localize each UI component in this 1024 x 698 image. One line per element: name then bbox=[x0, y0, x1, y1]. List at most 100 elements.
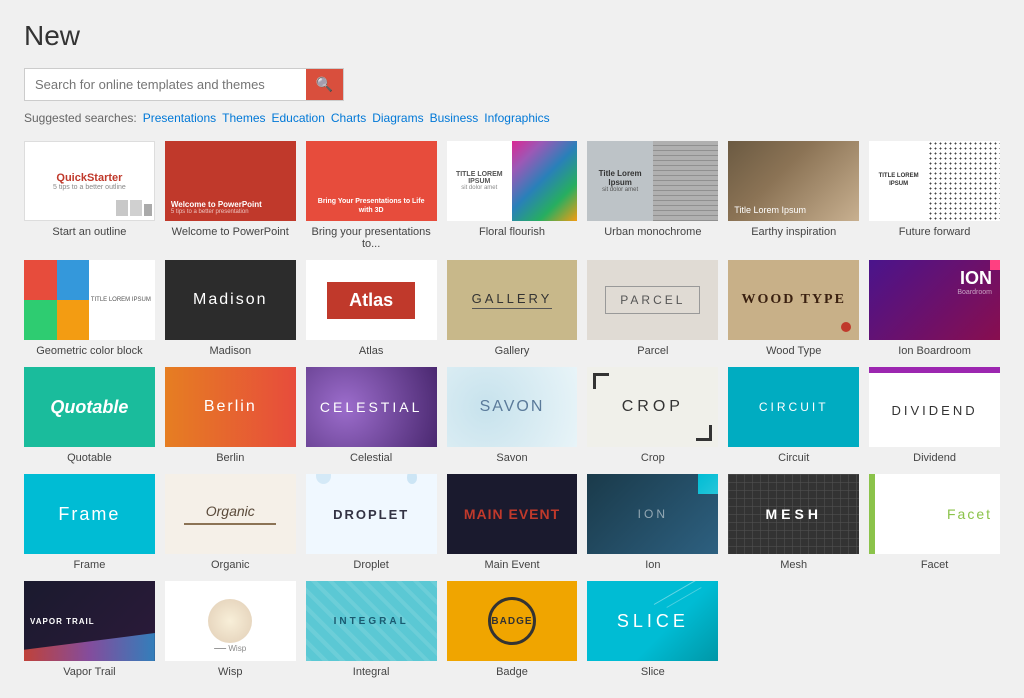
template-label-gallery: Gallery bbox=[447, 345, 578, 357]
suggested-label: Suggested searches: bbox=[24, 111, 137, 125]
template-berlin[interactable]: Berlin Berlin bbox=[165, 367, 296, 464]
ion2-text: ION bbox=[638, 507, 668, 521]
template-organic[interactable]: Organic Organic bbox=[165, 474, 296, 571]
template-circuit[interactable]: CIRCUIT Circuit bbox=[728, 367, 859, 464]
template-welcome[interactable]: Welcome to PowerPoint 5 tips to a better… bbox=[165, 141, 296, 250]
search-input[interactable] bbox=[25, 70, 306, 99]
template-ion-boardroom[interactable]: ION Boardroom Ion Boardroom bbox=[869, 260, 1000, 357]
suggested-link-diagrams[interactable]: Diagrams bbox=[372, 111, 423, 125]
template-mesh[interactable]: MESH Mesh bbox=[728, 474, 859, 571]
circuit-text: CIRCUIT bbox=[759, 400, 829, 414]
template-label-geometric: Geometric color block bbox=[24, 345, 155, 357]
quotable-text: Quotable bbox=[50, 397, 128, 418]
atlas-text: Atlas bbox=[349, 290, 393, 310]
template-label-crop: Crop bbox=[587, 452, 718, 464]
template-label-slice: Slice bbox=[587, 666, 718, 678]
template-crop[interactable]: CROP Crop bbox=[587, 367, 718, 464]
template-gallery[interactable]: GALLERY Gallery bbox=[447, 260, 578, 357]
template-label-droplet: Droplet bbox=[306, 559, 437, 571]
slice-text: SLICE bbox=[617, 611, 689, 632]
savon-text: SAVON bbox=[480, 398, 545, 416]
template-atlas[interactable]: Atlas Atlas bbox=[306, 260, 437, 357]
template-vaportrail[interactable]: VAPOR TRAIL Vapor Trail bbox=[24, 581, 155, 678]
geometric-text: TITLE LOREM IPSUM bbox=[91, 297, 151, 303]
template-quotable[interactable]: Quotable Quotable bbox=[24, 367, 155, 464]
organic-text: Organic bbox=[206, 503, 255, 519]
suggested-link-education[interactable]: Education bbox=[272, 111, 325, 125]
template-label-atlas: Atlas bbox=[306, 345, 437, 357]
search-button[interactable]: 🔍 bbox=[306, 69, 343, 100]
template-woodtype[interactable]: WOOD TYPE Wood Type bbox=[728, 260, 859, 357]
template-quickstarter[interactable]: QuickStarter 5 tips to a better outline … bbox=[24, 141, 155, 250]
template-savon[interactable]: SAVON Savon bbox=[447, 367, 578, 464]
template-label-berlin: Berlin bbox=[165, 452, 296, 464]
template-label-mesh: Mesh bbox=[728, 559, 859, 571]
template-label-ion: Ion bbox=[587, 559, 718, 571]
integral-text: INTEGRAL bbox=[334, 616, 409, 627]
template-wisp[interactable]: Wisp Wisp bbox=[165, 581, 296, 678]
template-label-dividend: Dividend bbox=[869, 452, 1000, 464]
future-title: TITLE LOREM IPSUM bbox=[873, 173, 924, 189]
template-integral[interactable]: INTEGRAL Integral bbox=[306, 581, 437, 678]
template-parcel[interactable]: PARCEL Parcel bbox=[587, 260, 718, 357]
template-label-quotable: Quotable bbox=[24, 452, 155, 464]
droplet-text: DROPLET bbox=[333, 507, 409, 522]
template-earthy[interactable]: Title Lorem Ipsum Earthy inspiration bbox=[728, 141, 859, 250]
search-bar: 🔍 bbox=[24, 68, 344, 101]
template-geometric[interactable]: TITLE LOREM IPSUM Geometric color block bbox=[24, 260, 155, 357]
template-slice[interactable]: SLICE Slice bbox=[587, 581, 718, 678]
page-title: New bbox=[24, 20, 1000, 52]
page-container: New 🔍 Suggested searches: Presentations … bbox=[0, 0, 1024, 698]
template-droplet[interactable]: DROPLET Droplet bbox=[306, 474, 437, 571]
urban-title: Title Lorem Ipsum bbox=[591, 169, 648, 187]
frame-text: Frame bbox=[58, 504, 120, 525]
template-label-badge: Badge bbox=[447, 666, 578, 678]
template-label-woodtype: Wood Type bbox=[728, 345, 859, 357]
template-label-ion-boardroom: Ion Boardroom bbox=[869, 345, 1000, 357]
ion-sub: Boardroom bbox=[957, 289, 992, 296]
urban-sub: sit dolor amet bbox=[591, 187, 648, 193]
template-urban[interactable]: Title Lorem Ipsum sit dolor amet Urban m… bbox=[587, 141, 718, 250]
template-label-celestial: Celestial bbox=[306, 452, 437, 464]
mainevent-text: MAIN EVENT bbox=[464, 506, 560, 522]
template-mainevent[interactable]: MAIN EVENT Main Event bbox=[447, 474, 578, 571]
template-label-parcel: Parcel bbox=[587, 345, 718, 357]
template-label-facet: Facet bbox=[869, 559, 1000, 571]
suggested-link-infographics[interactable]: Infographics bbox=[484, 111, 549, 125]
suggested-searches: Suggested searches: Presentations Themes… bbox=[24, 111, 1000, 125]
welcome-title: Welcome to PowerPoint bbox=[171, 200, 262, 209]
floral-title: TITLE LOREM IPSUM bbox=[451, 171, 508, 185]
parcel-text: PARCEL bbox=[620, 293, 685, 307]
badge-text: BADGE bbox=[491, 616, 532, 627]
suggested-link-charts[interactable]: Charts bbox=[331, 111, 366, 125]
template-label-integral: Integral bbox=[306, 666, 437, 678]
template-celestial[interactable]: CELESTIAL Celestial bbox=[306, 367, 437, 464]
ion-title: ION bbox=[960, 268, 992, 289]
template-label-bring: Bring your presentations to... bbox=[306, 226, 437, 250]
gallery-text: GALLERY bbox=[472, 291, 553, 309]
template-ion[interactable]: ION Ion bbox=[587, 474, 718, 571]
template-label-organic: Organic bbox=[165, 559, 296, 571]
madison-text: Madison bbox=[193, 291, 267, 309]
template-label-frame: Frame bbox=[24, 559, 155, 571]
quickstarter-sub: 5 tips to a better outline bbox=[31, 184, 148, 191]
template-future[interactable]: TITLE LOREM IPSUM Future forward bbox=[869, 141, 1000, 250]
suggested-link-themes[interactable]: Themes bbox=[222, 111, 265, 125]
template-dividend[interactable]: DIVIDEND Dividend bbox=[869, 367, 1000, 464]
template-facet[interactable]: Facet Facet bbox=[869, 474, 1000, 571]
template-label-madison: Madison bbox=[165, 345, 296, 357]
vaportrail-text: VAPOR TRAIL bbox=[30, 617, 95, 626]
template-label-urban: Urban monochrome bbox=[587, 226, 718, 238]
template-bring[interactable]: Bring Your Presentations to Life with 3D… bbox=[306, 141, 437, 250]
template-madison[interactable]: Madison Madison bbox=[165, 260, 296, 357]
template-floral[interactable]: TITLE LOREM IPSUM sit dolor amet Floral … bbox=[447, 141, 578, 250]
suggested-link-business[interactable]: Business bbox=[430, 111, 479, 125]
suggested-link-presentations[interactable]: Presentations bbox=[143, 111, 216, 125]
template-label-wisp: Wisp bbox=[165, 666, 296, 678]
template-badge[interactable]: BADGE Badge bbox=[447, 581, 578, 678]
template-label-vaportrail: Vapor Trail bbox=[24, 666, 155, 678]
template-frame[interactable]: Frame Frame bbox=[24, 474, 155, 571]
bring-title: Bring Your Presentations to Life with 3D bbox=[312, 197, 431, 215]
template-label-earthy: Earthy inspiration bbox=[728, 226, 859, 238]
template-label-savon: Savon bbox=[447, 452, 578, 464]
